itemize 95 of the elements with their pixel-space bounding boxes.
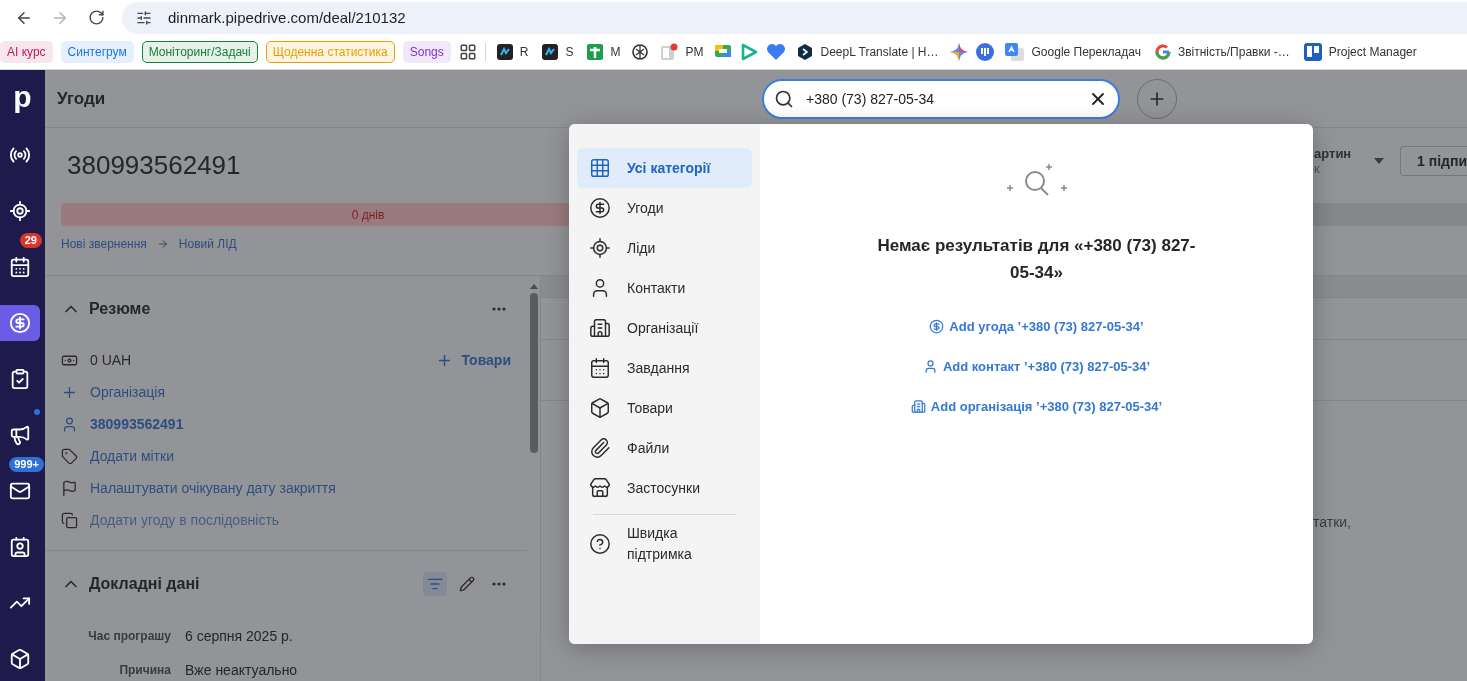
field-value: 6 серпня 2025 р.: [185, 628, 294, 644]
ring-icon: [1154, 44, 1171, 60]
support-item[interactable]: Швидка підтримка: [577, 523, 752, 565]
bars-icon[interactable]: [975, 43, 994, 61]
sliders-icon: [136, 9, 152, 26]
logo[interactable]: p: [13, 82, 32, 112]
arrow-icon: [156, 238, 169, 250]
field-label: Причина: [118, 663, 171, 677]
bookmark-link[interactable]: S: [539, 44, 577, 60]
board-icon: [1303, 43, 1322, 61]
hexagon-icon: [797, 43, 814, 61]
grid-icon: [589, 157, 611, 179]
owner-role: к: [1314, 161, 1321, 176]
category-item[interactable]: Усі категорії: [577, 148, 752, 188]
tag-icon: [61, 447, 78, 465]
sequence-icon: [61, 511, 78, 529]
scrollbar-thumb[interactable]: [529, 293, 538, 453]
scroll-up-icon[interactable]: [529, 284, 538, 289]
category-item[interactable]: Організації: [577, 308, 752, 348]
search-icon: [774, 88, 794, 109]
page-title: Угоди: [56, 88, 107, 109]
play-icon[interactable]: [740, 43, 759, 61]
deal-value: 0 UAH: [90, 352, 133, 368]
target-icon: [589, 237, 611, 259]
bookmark-chip[interactable]: Моніторинг/Задачі: [141, 41, 258, 63]
paperclip-icon: [589, 437, 611, 459]
filter-button[interactable]: [423, 572, 447, 596]
dollar-icon: [8, 312, 31, 334]
translate-icon: [1004, 43, 1025, 61]
building-icon: [589, 317, 611, 339]
store-icon: [589, 477, 611, 499]
filter-icon: [427, 576, 443, 592]
count-badge: 999+: [9, 457, 44, 472]
search-input[interactable]: +380 (73) 827-05-34: [804, 89, 1078, 108]
reload-icon: [87, 9, 105, 26]
dollar-icon: [929, 318, 945, 334]
box-icon: [8, 648, 31, 670]
add-button[interactable]: [1137, 78, 1177, 119]
address-bar[interactable]: dinmark.pipedrive.com/deal/210132: [122, 1, 1467, 34]
megaphone-icon: [8, 424, 31, 446]
building-icon: [910, 398, 926, 414]
note-icon: [660, 43, 679, 61]
caret-icon[interactable]: [1374, 158, 1384, 164]
dollar-icon: [589, 197, 611, 219]
note-text: татки,: [1313, 514, 1351, 530]
calendar-icon: [8, 256, 31, 278]
section-title: Резюме: [89, 300, 152, 318]
heart-icon[interactable]: [766, 43, 787, 61]
contact-card-icon: [8, 536, 31, 558]
sparkle-icon[interactable]: [949, 43, 968, 61]
knot-icon[interactable]: [631, 43, 650, 61]
bookmark-link[interactable]: DeepL Translate | H…: [794, 43, 942, 61]
ellipsis-icon: [492, 582, 506, 586]
bookmark-link[interactable]: Звітність/Правки -…: [1151, 44, 1293, 60]
section-title: Докладні дані: [89, 575, 201, 593]
bookmark-chip[interactable]: Songs: [402, 41, 451, 63]
deal-title: 380993562491: [66, 150, 241, 181]
person-icon: [922, 358, 938, 374]
followers-button[interactable]: 1 підпи: [1400, 146, 1467, 176]
cross-icon: [587, 44, 604, 60]
bookmark-link[interactable]: M: [584, 44, 624, 60]
apps-icon[interactable]: [458, 43, 477, 61]
category-item[interactable]: Застосунки: [577, 468, 752, 508]
bookmark-link[interactable]: Project Manager: [1300, 43, 1420, 61]
calendar-icon: [589, 357, 611, 379]
target-icon: [8, 200, 31, 222]
field-label: Час програшу: [87, 629, 171, 643]
category-item[interactable]: Контакти: [577, 268, 752, 308]
count-badge: 29: [19, 233, 42, 248]
empty-message: Немає результатів для «+380 (73) 827-05-34»: [876, 235, 1197, 284]
wave-icon: [542, 44, 559, 60]
bookmark-link[interactable]: R: [493, 44, 532, 60]
search-field[interactable]: +380 (73) 827-05-34: [762, 78, 1120, 119]
box-icon: [589, 397, 611, 419]
category-item[interactable]: Товари: [577, 388, 752, 428]
add-link[interactable]: Add угода ’+380 (73) 827-05-34’: [929, 306, 1144, 346]
wave-icon: [496, 44, 513, 60]
bookmark-link[interactable]: PM: [657, 43, 707, 61]
bookmark-chip[interactable]: Синтегрум: [60, 41, 134, 63]
pencil-icon: [459, 576, 475, 592]
help-icon: [589, 533, 611, 555]
category-item[interactable]: Завдання: [577, 348, 752, 388]
flag-icon: [61, 479, 78, 497]
add-link[interactable]: Add організація ’+380 (73) 827-05-34’: [910, 386, 1163, 426]
field-value: Вже неактуально: [185, 662, 299, 678]
owner-name: артин: [1314, 146, 1353, 161]
category-item[interactable]: Ліди: [577, 228, 752, 268]
url-text: dinmark.pipedrive.com/deal/210132: [168, 9, 406, 26]
bookmark-link[interactable]: Google Перекладач: [1001, 43, 1144, 61]
add-link[interactable]: Add контакт ’+380 (73) 827-05-34’: [922, 346, 1151, 386]
mail-icon: [8, 480, 31, 502]
category-item[interactable]: Файли: [577, 428, 752, 468]
bookmark-chip[interactable]: AI курс: [0, 41, 53, 63]
ellipsis-icon: [492, 307, 506, 311]
person-icon: [61, 415, 78, 433]
